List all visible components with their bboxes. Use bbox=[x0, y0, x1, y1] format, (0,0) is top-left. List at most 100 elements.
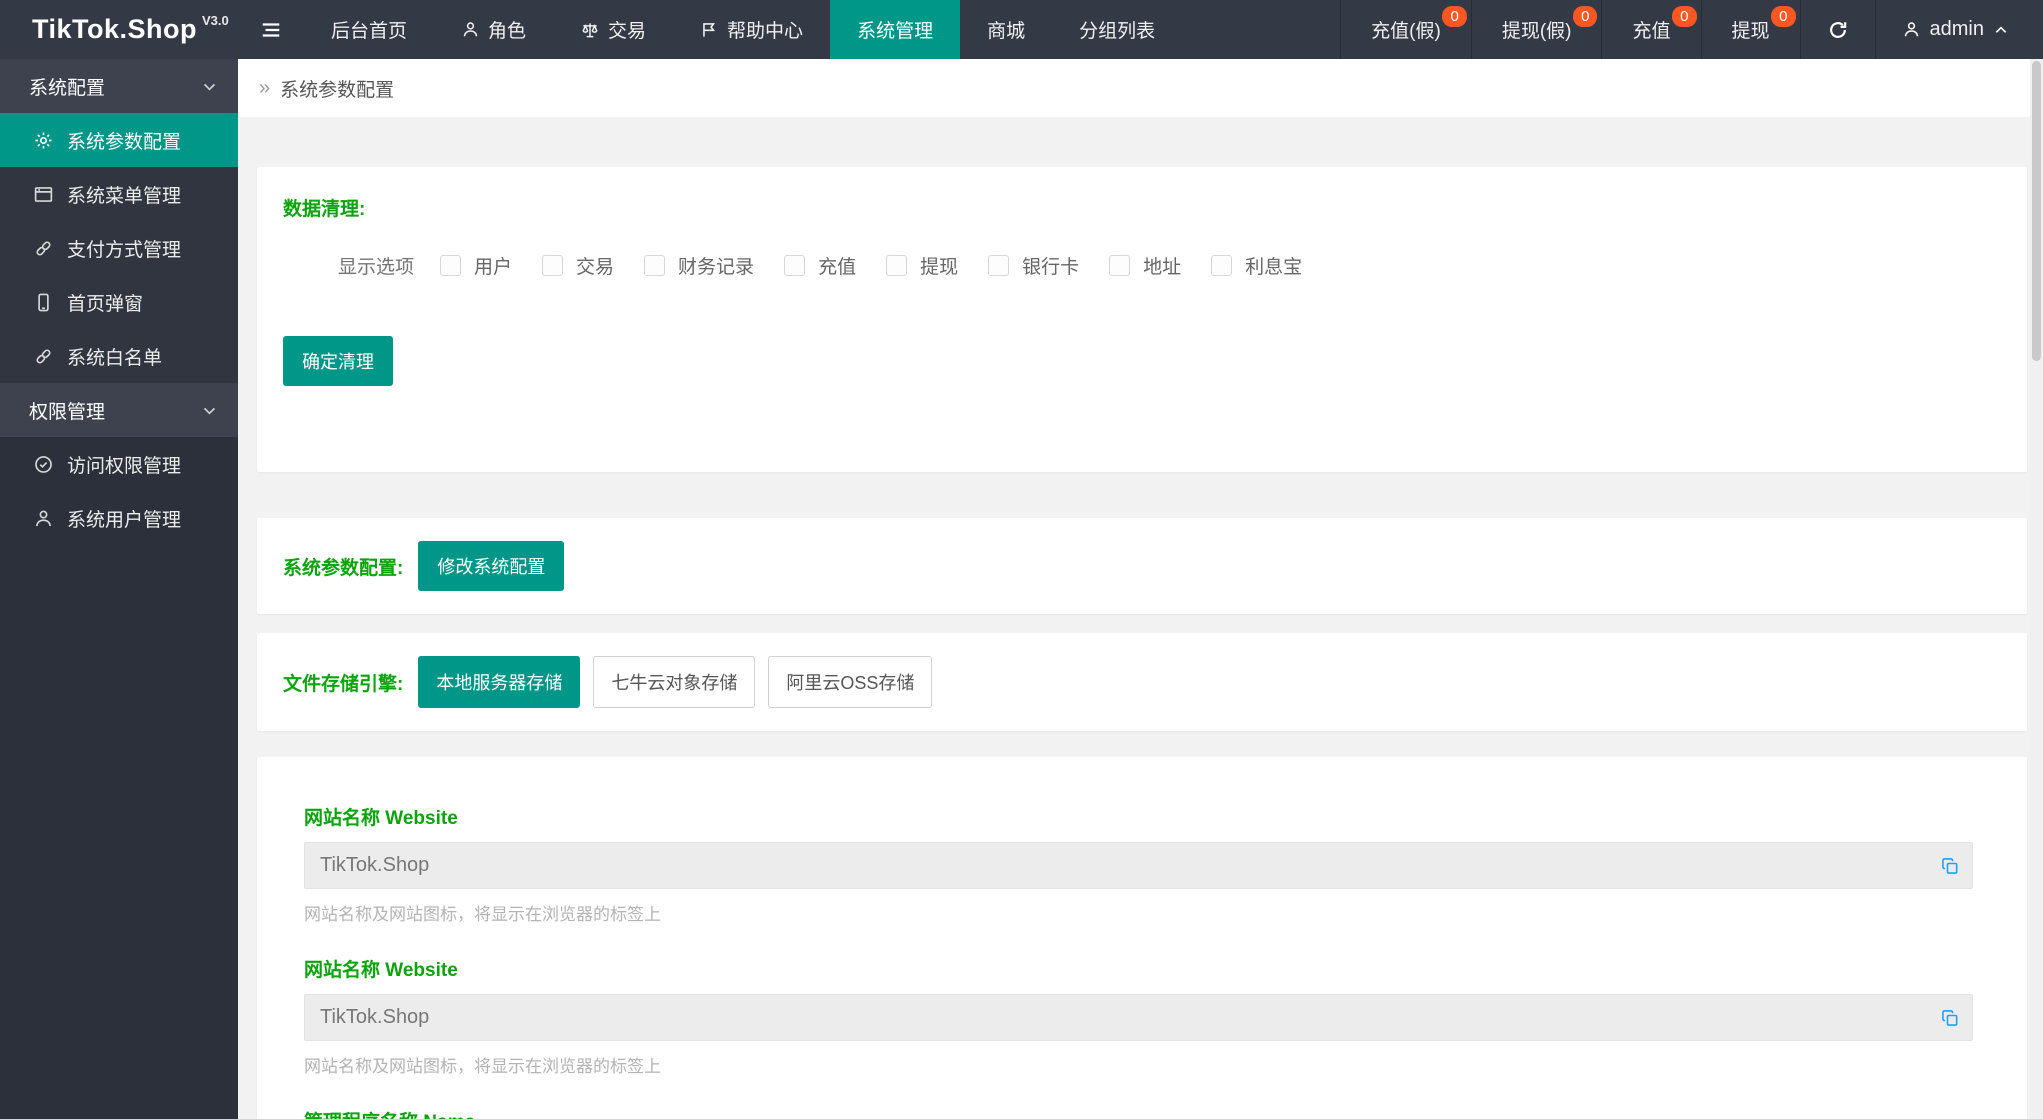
sidebar-item-label: 访问权限管理 bbox=[67, 455, 182, 477]
nav-dashboard[interactable]: 后台首页 bbox=[304, 0, 434, 59]
link-icon bbox=[32, 346, 54, 367]
checkbox-financial-records[interactable]: 财务记录 bbox=[644, 252, 754, 279]
website-name-input[interactable] bbox=[304, 842, 1973, 889]
nav-recharge-fake[interactable]: 充值(假) 0 bbox=[1340, 0, 1471, 59]
field-label: 网站名称 Website bbox=[304, 960, 458, 981]
storage-engine-label: 文件存储引擎: bbox=[283, 673, 404, 695]
sidebar-item-label: 系统参数配置 bbox=[67, 131, 182, 153]
checkbox[interactable] bbox=[784, 255, 806, 276]
copy-icon[interactable] bbox=[1940, 1008, 1960, 1028]
checkbox[interactable] bbox=[542, 255, 564, 276]
system-config-label: 系统参数配置: bbox=[283, 557, 404, 579]
checkbox-withdraw[interactable]: 提现 bbox=[886, 252, 958, 279]
checkbox[interactable] bbox=[886, 255, 908, 276]
username: admin bbox=[1929, 18, 1984, 40]
checkbox-address[interactable]: 地址 bbox=[1109, 252, 1181, 279]
checkbox[interactable] bbox=[1211, 255, 1233, 276]
nav-transactions[interactable]: 交易 bbox=[553, 0, 673, 59]
chevron-down-icon bbox=[203, 83, 216, 91]
sidebar-item-access-permissions[interactable]: 访问权限管理 bbox=[0, 437, 238, 491]
checkbox-label: 提现 bbox=[920, 257, 959, 278]
scrollbar-thumb[interactable] bbox=[2032, 61, 2041, 361]
website-name-input-2[interactable] bbox=[304, 994, 1973, 1041]
checkbox-label: 财务记录 bbox=[678, 257, 755, 278]
shield-check-icon bbox=[32, 454, 54, 475]
storage-local-button[interactable]: 本地服务器存储 bbox=[418, 656, 581, 708]
checkbox-label: 地址 bbox=[1143, 257, 1182, 278]
sidebar-item-label: 首页弹窗 bbox=[67, 293, 144, 315]
data-clean-card: 数据清理: 显示选项 用户 交易 财务记录 充值 提现 银行卡 地址 利息宝 确… bbox=[257, 167, 2027, 472]
field-label: 网站名称 Website bbox=[304, 808, 458, 829]
checkbox-label: 充值 bbox=[818, 257, 857, 278]
storage-aliyun-oss-button[interactable]: 阿里云OSS存储 bbox=[768, 656, 933, 708]
recharge-fake-badge: 0 bbox=[1442, 6, 1467, 27]
data-clean-options: 显示选项 用户 交易 财务记录 充值 提现 银行卡 地址 利息宝 bbox=[338, 252, 2001, 279]
brand-name: TikTok.Shop bbox=[32, 14, 198, 44]
checkbox-label: 用户 bbox=[474, 257, 513, 278]
settings-form-card: 网站名称 Website 网站名称及网站图标，将显示在浏览器的标签上 网站名称 … bbox=[257, 757, 2027, 1119]
breadcrumb-arrow: » bbox=[259, 76, 271, 99]
nav-label: 提现 bbox=[1731, 21, 1770, 42]
nav-help-center[interactable]: 帮助中心 bbox=[673, 0, 830, 59]
nav-roles[interactable]: 角色 bbox=[434, 0, 553, 59]
field-admin-name: 管理程序名称 Name 管理程序名称，将显示在后台左上角标题 bbox=[304, 1107, 1973, 1119]
nav-label: 提现(假) bbox=[1501, 21, 1572, 42]
topbar-right: 充值(假) 0 提现(假) 0 充值 0 提现 0 admin bbox=[1340, 0, 2043, 59]
withdraw-badge: 0 bbox=[1771, 6, 1796, 27]
refresh-icon bbox=[1829, 21, 1846, 38]
nav-withdraw[interactable]: 提现 0 bbox=[1700, 0, 1800, 59]
checkbox-recharge[interactable]: 充值 bbox=[784, 252, 856, 279]
topbar: TikTok.Shop V3.0 后台首页 角色 交易 帮助中心 系统管理 商城… bbox=[0, 0, 2043, 59]
nav-withdraw-fake[interactable]: 提现(假) 0 bbox=[1470, 0, 1602, 59]
sidebar-item-home-popup[interactable]: 首页弹窗 bbox=[0, 275, 238, 329]
sidebar-item-system-params[interactable]: 系统参数配置 bbox=[0, 113, 238, 167]
brand-logo[interactable]: TikTok.Shop V3.0 bbox=[0, 0, 238, 59]
field-label: 管理程序名称 Name bbox=[304, 1107, 1973, 1119]
sidebar-item-system-menu[interactable]: 系统菜单管理 bbox=[0, 167, 238, 221]
hamburger-menu-icon[interactable] bbox=[238, 0, 304, 59]
checkbox-interest-treasure[interactable]: 利息宝 bbox=[1211, 252, 1302, 279]
scales-icon bbox=[582, 22, 598, 37]
nav-mall[interactable]: 商城 bbox=[960, 0, 1052, 59]
nav-label: 后台首页 bbox=[331, 21, 408, 42]
field-website-name-1: 网站名称 Website 网站名称及网站图标，将显示在浏览器的标签上 bbox=[304, 803, 1973, 925]
sidebar-item-whitelist[interactable]: 系统白名单 bbox=[0, 329, 238, 383]
sidebar-item-payment-methods[interactable]: 支付方式管理 bbox=[0, 221, 238, 275]
checkbox-transactions[interactable]: 交易 bbox=[542, 252, 614, 279]
copy-icon[interactable] bbox=[1940, 856, 1960, 876]
nav-label: 充值(假) bbox=[1371, 21, 1441, 42]
sidebar-group-permissions[interactable]: 权限管理 bbox=[0, 383, 238, 437]
sidebar-item-label: 系统白名单 bbox=[67, 347, 163, 369]
checkbox-users[interactable]: 用户 bbox=[440, 252, 512, 279]
sidebar: 系统配置 系统参数配置 系统菜单管理 支付方式管理 首页弹窗 系统白名单 权限管… bbox=[0, 59, 238, 1119]
checkbox[interactable] bbox=[1109, 255, 1131, 276]
user-icon bbox=[463, 22, 478, 37]
confirm-clean-button[interactable]: 确定清理 bbox=[283, 336, 393, 386]
brand-version: V3.0 bbox=[202, 13, 229, 28]
group-label: 权限管理 bbox=[29, 401, 106, 423]
checkbox[interactable] bbox=[644, 255, 666, 276]
refresh-button[interactable] bbox=[1799, 0, 1875, 59]
sidebar-item-system-users[interactable]: 系统用户管理 bbox=[0, 491, 238, 545]
nav-label: 系统管理 bbox=[857, 21, 934, 42]
storage-qiniu-button[interactable]: 七牛云对象存储 bbox=[593, 656, 756, 708]
checkbox[interactable] bbox=[988, 255, 1010, 276]
nav-system-management[interactable]: 系统管理 bbox=[830, 0, 961, 59]
field-website-name-2: 网站名称 Website 网站名称及网站图标，将显示在浏览器的标签上 bbox=[304, 955, 1973, 1077]
nav-recharge[interactable]: 充值 0 bbox=[1601, 0, 1700, 59]
hamburger-icon bbox=[262, 22, 280, 37]
checkbox-label: 银行卡 bbox=[1022, 257, 1080, 278]
sidebar-group-system-config[interactable]: 系统配置 bbox=[0, 59, 238, 113]
nav-label: 角色 bbox=[488, 21, 527, 42]
vertical-scrollbar[interactable] bbox=[2030, 59, 2043, 1119]
main-area: » 系统参数配置 数据清理: 显示选项 用户 交易 财务记录 充值 提现 银行卡… bbox=[238, 59, 2043, 1119]
modify-system-config-button[interactable]: 修改系统配置 bbox=[418, 541, 565, 591]
user-menu[interactable]: admin bbox=[1874, 0, 2043, 59]
checkbox[interactable] bbox=[440, 255, 462, 276]
top-navigation: 后台首页 角色 交易 帮助中心 系统管理 商城 分组列表 bbox=[304, 0, 1182, 59]
nav-label: 帮助中心 bbox=[727, 21, 804, 42]
checkbox-bank-card[interactable]: 银行卡 bbox=[988, 252, 1079, 279]
nav-group-list[interactable]: 分组列表 bbox=[1052, 0, 1182, 59]
nav-label: 充值 bbox=[1632, 21, 1671, 42]
menu-window-icon bbox=[32, 184, 54, 205]
